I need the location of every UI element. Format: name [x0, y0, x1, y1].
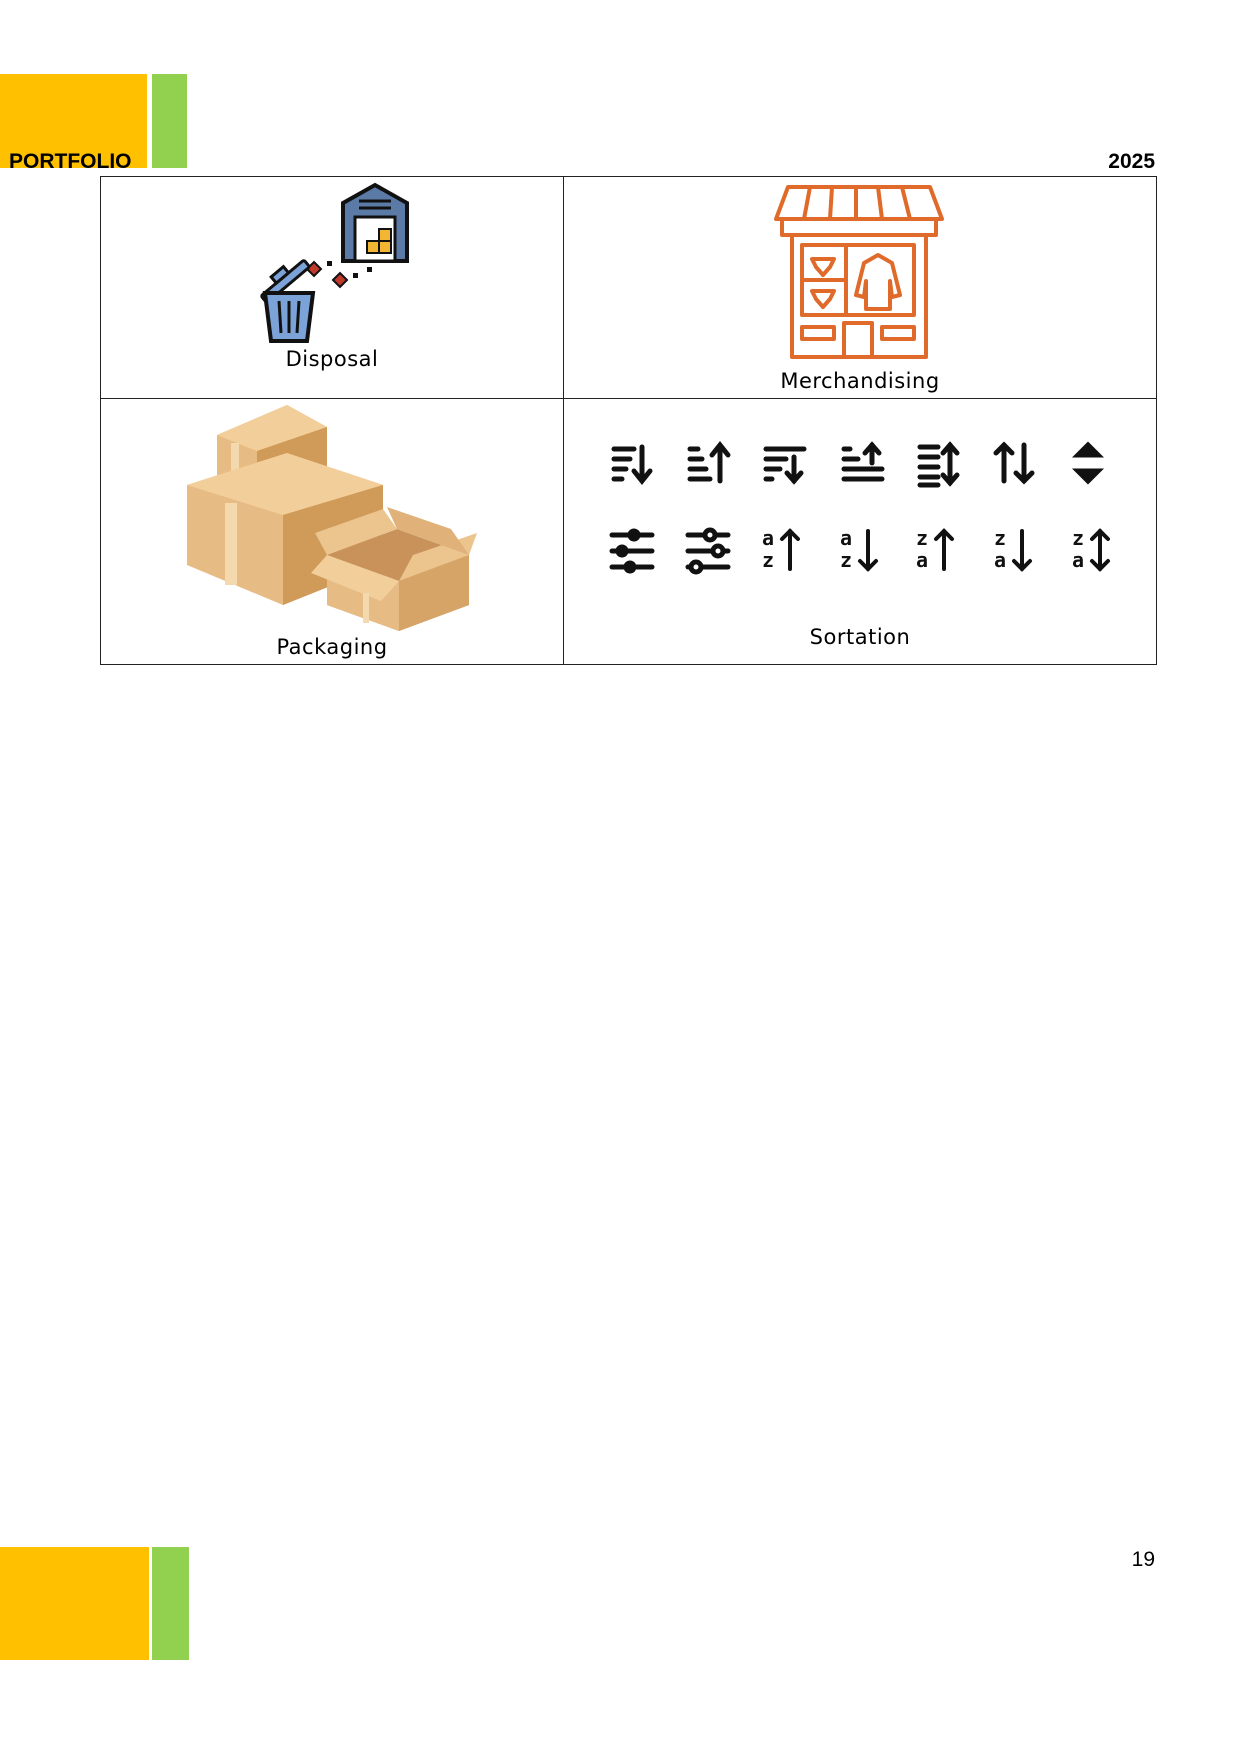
packaging-label: Packaging	[276, 635, 388, 660]
svg-text:z: z	[762, 548, 774, 572]
corner-green-block-top	[152, 74, 187, 168]
svg-text:a: a	[916, 548, 928, 572]
year-header: 2025	[1108, 150, 1155, 173]
svg-text:a: a	[762, 526, 774, 550]
sort-asc-lines-alt-icon	[841, 441, 885, 482]
sort-z-a-down-icon: za	[994, 526, 1006, 572]
svg-text:z: z	[916, 526, 928, 550]
disposal-trash-warehouse-icon	[260, 182, 409, 343]
corner-yellow-block-bottom	[0, 1547, 149, 1660]
sort-z-a-both-icon: za	[1072, 526, 1084, 572]
merchandising-cell: Merchandising	[563, 175, 1157, 400]
sort-asc-lines-icon	[687, 441, 731, 484]
sort-a-z-down-icon: az	[840, 526, 852, 572]
cardboard-boxes-icon	[187, 405, 477, 632]
disposal-cell: Disposal	[100, 175, 564, 400]
storefront-icon	[774, 185, 944, 359]
sliders-outline-icon	[685, 527, 731, 575]
services-grid: Disposal Merchandising Packaging a z a z…	[100, 175, 1157, 665]
sortation-icon-set: az az za za za	[609, 441, 1110, 575]
sort-arrows-up-down-icon	[993, 441, 1035, 485]
portfolio-header: PORTFOLIO	[9, 150, 132, 173]
corner-green-block-bottom	[152, 1547, 189, 1660]
sortation-cell: az az za za za Sortation	[563, 398, 1157, 665]
svg-text:a: a	[1072, 548, 1084, 572]
sort-z-a-up-icon: za	[916, 526, 928, 572]
disposal-label: Disposal	[285, 347, 379, 371]
sort-a-z-up-icon: az	[762, 526, 774, 572]
sliders-filled-icon	[609, 528, 655, 574]
sort-desc-lines-icon	[611, 444, 653, 486]
sortation-label: Sortation	[809, 625, 911, 650]
page-number: 19	[1131, 1548, 1155, 1571]
sort-both-lines-icon	[917, 441, 960, 488]
svg-text:z: z	[1072, 526, 1084, 550]
svg-text:z: z	[994, 526, 1006, 550]
svg-text:z: z	[840, 548, 852, 572]
sort-desc-lines-alt-icon	[763, 446, 807, 486]
packaging-cell: Packaging	[100, 398, 564, 665]
merchandising-label: Merchandising	[780, 369, 940, 393]
svg-text:a: a	[994, 548, 1006, 572]
sort-caret-up-down-icon	[1071, 441, 1105, 485]
svg-text:a: a	[840, 526, 852, 550]
